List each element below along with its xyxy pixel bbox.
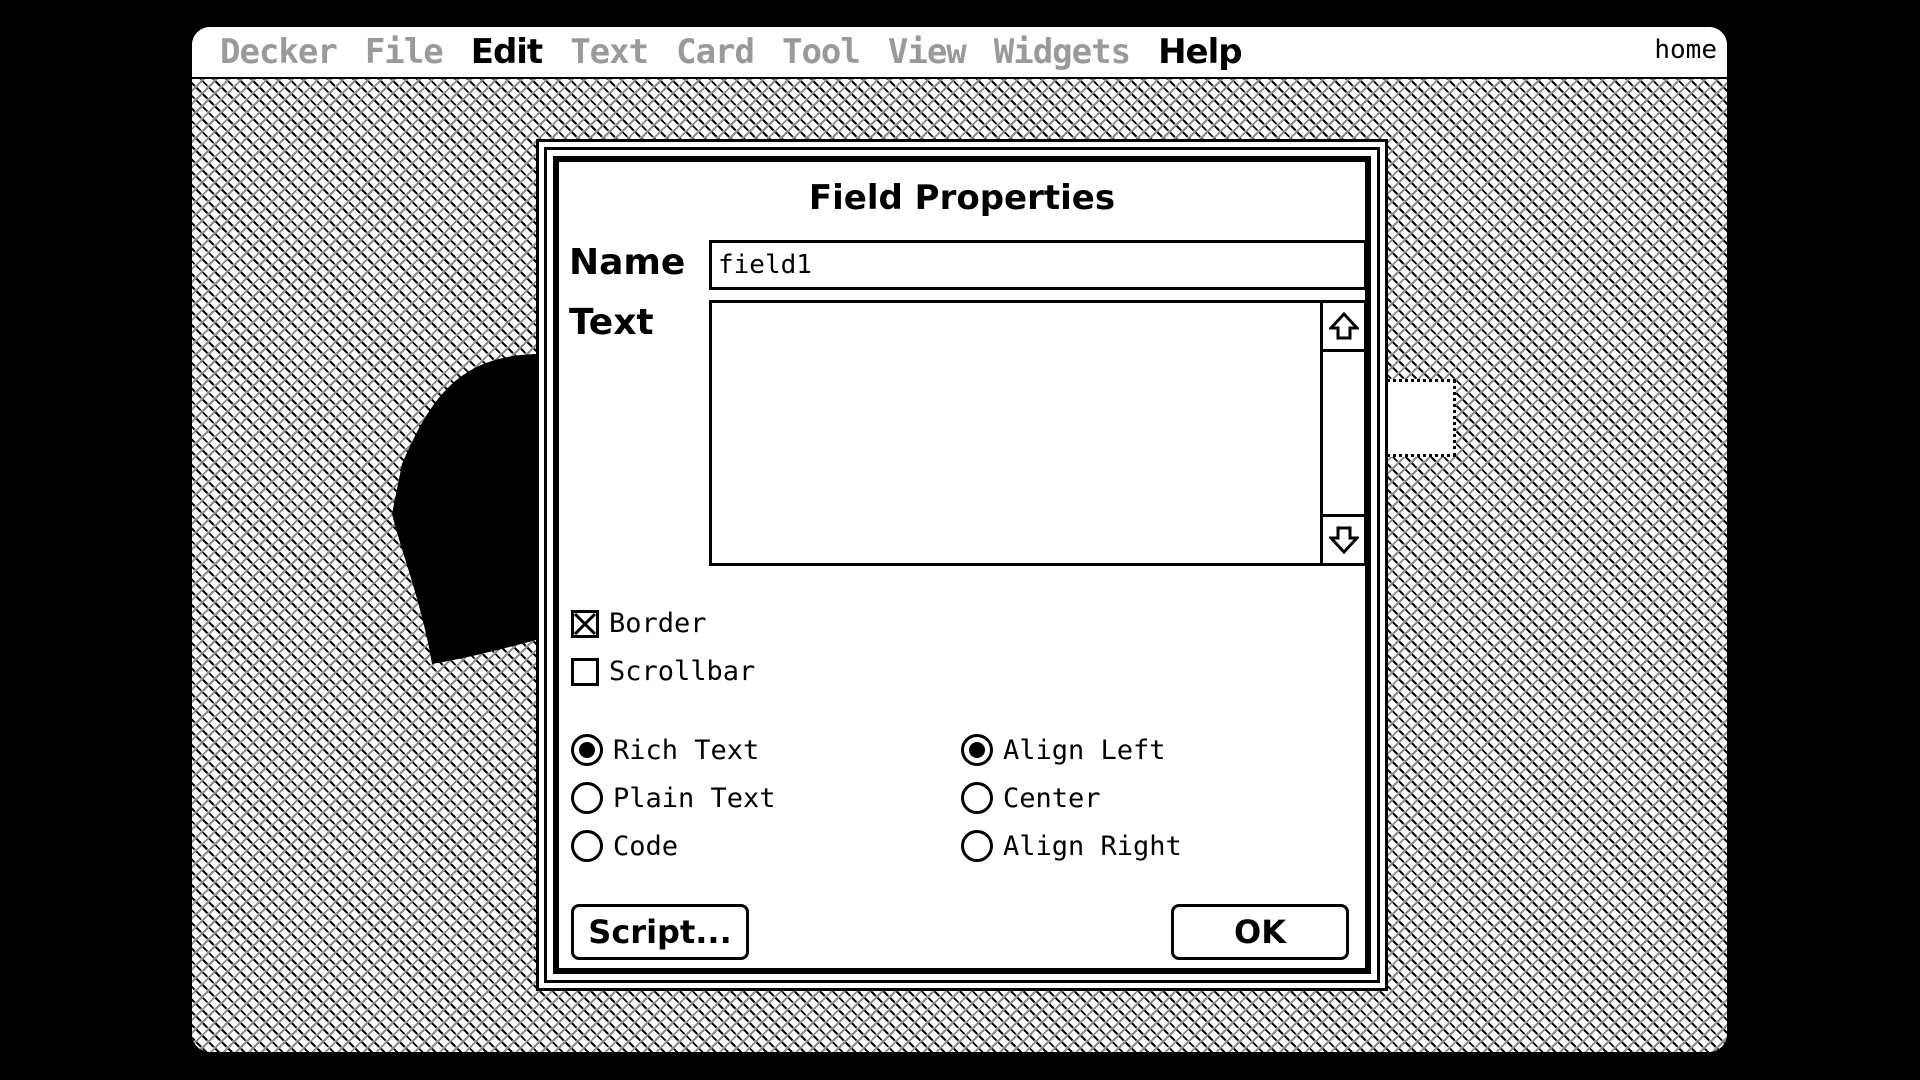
text-label: Text	[569, 302, 654, 343]
radio-align-left[interactable]: Align Left	[961, 734, 1166, 766]
border-label: Border	[609, 608, 707, 639]
radio-rich-text[interactable]: Rich Text	[571, 734, 759, 766]
text-area[interactable]	[709, 300, 1367, 566]
radio-label: Code	[613, 830, 679, 862]
radio-button[interactable]	[571, 782, 603, 814]
border-checkbox-row[interactable]: Border	[571, 608, 707, 639]
radio-label: Align Right	[1003, 830, 1182, 862]
menu-text[interactable]: Text	[570, 32, 649, 72]
text-scrollbar[interactable]	[1320, 303, 1364, 563]
radio-button[interactable]	[961, 830, 993, 862]
name-input[interactable]	[709, 240, 1367, 290]
name-label: Name	[569, 242, 686, 283]
arrow-up-icon	[1328, 311, 1359, 340]
menu-tool[interactable]: Tool	[782, 32, 861, 72]
menu-card[interactable]: Card	[676, 32, 755, 72]
radio-label: Plain Text	[613, 782, 776, 814]
check-x-icon	[574, 612, 596, 635]
ok-button[interactable]: OK	[1171, 904, 1349, 960]
scroll-down-button[interactable]	[1323, 514, 1364, 563]
radio-button[interactable]	[961, 782, 993, 814]
radio-plain-text[interactable]: Plain Text	[571, 782, 776, 814]
radio-code[interactable]: Code	[571, 830, 678, 862]
menubar: Decker File Edit Text Card Tool View Wid…	[192, 27, 1727, 79]
decker-screen: Decker File Edit Text Card Tool View Wid…	[192, 27, 1727, 1052]
scroll-up-button[interactable]	[1323, 303, 1364, 352]
radio-align-right[interactable]: Align Right	[961, 830, 1182, 862]
radio-button[interactable]	[571, 830, 603, 862]
radio-label: Center	[1003, 782, 1101, 814]
menu-edit[interactable]: Edit	[471, 32, 543, 72]
dialog-frame: Field Properties Name Text	[553, 156, 1371, 974]
menu-widgets[interactable]: Widgets	[994, 32, 1131, 72]
radio-button[interactable]	[571, 734, 603, 766]
radio-label: Rich Text	[613, 734, 760, 766]
script-button[interactable]: Script...	[571, 904, 749, 960]
scrollbar-checkbox-row[interactable]: Scrollbar	[571, 656, 755, 687]
scrollbar-label: Scrollbar	[609, 656, 756, 687]
menu-decker[interactable]: Decker	[220, 32, 338, 72]
text-area-content	[712, 303, 1364, 315]
field-properties-dialog: Field Properties Name Text	[544, 147, 1380, 983]
radio-center[interactable]: Center	[961, 782, 1101, 814]
radio-label: Align Left	[1003, 734, 1166, 766]
selected-field-widget[interactable]	[1382, 379, 1456, 457]
menu-view[interactable]: View	[888, 32, 967, 72]
scrollbar-checkbox[interactable]	[571, 657, 599, 686]
menu-help[interactable]: Help	[1158, 32, 1243, 72]
border-checkbox[interactable]	[571, 609, 599, 638]
card-name-label: home	[1654, 35, 1717, 65]
arrow-down-icon	[1328, 526, 1359, 555]
menu-file[interactable]: File	[365, 32, 444, 72]
radio-button[interactable]	[961, 734, 993, 766]
dialog-title: Field Properties	[808, 178, 1116, 218]
